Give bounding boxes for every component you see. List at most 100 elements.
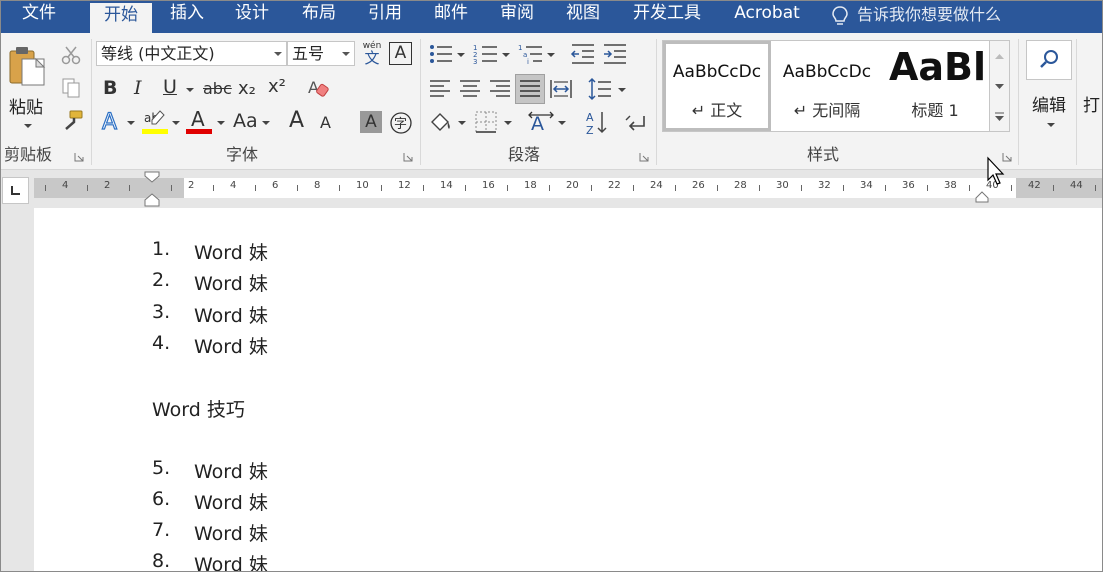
font-color-dropdown-icon[interactable] [217, 121, 225, 125]
horizontal-ruler[interactable]: 4 2 2 4 6 8 10 12 14 16 18 20 22 24 26 28 30 32 34 36 38 40 42… [34, 178, 1103, 198]
align-right-icon[interactable] [488, 77, 512, 101]
paste-button[interactable] [6, 41, 50, 99]
multilevel-dropdown-icon[interactable] [547, 53, 555, 57]
first-line-indent-marker[interactable] [144, 170, 160, 208]
highlight-dropdown-icon[interactable] [172, 121, 180, 125]
editing-button[interactable] [1026, 40, 1072, 80]
ruler-label: 2 [188, 180, 195, 191]
text-effects-dropdown-icon[interactable] [127, 121, 135, 125]
chinese-layout-icon[interactable]: A [528, 110, 554, 136]
ruler-label: 42 [1028, 180, 1041, 191]
font-size-combo[interactable]: 五号 [287, 41, 355, 66]
font-dialog-launcher-icon[interactable] [403, 152, 413, 162]
subscript-button[interactable]: x₂ [238, 78, 256, 99]
align-center-icon[interactable] [458, 77, 482, 101]
tab-view[interactable]: 视图 [554, 0, 612, 33]
paragraph-dialog-launcher-icon[interactable] [639, 152, 649, 162]
gallery-scroll-up[interactable] [990, 41, 1009, 71]
list-text: Word 妹 [194, 305, 268, 327]
shading-icon[interactable] [428, 110, 454, 136]
text-effects-icon[interactable]: A [100, 109, 124, 133]
font-name-value: 等线 (中文正文) [101, 44, 215, 63]
shading-dropdown-icon[interactable] [458, 121, 466, 125]
change-case-button[interactable]: Aa [233, 110, 258, 132]
tab-home[interactable]: 开始 [90, 3, 152, 33]
shrink-font-button[interactable]: A [320, 113, 331, 132]
increase-indent-icon[interactable] [602, 42, 628, 66]
gallery-expand-icon [995, 112, 1004, 121]
ruler-tick [255, 185, 256, 191]
style-heading-1[interactable]: AaBl 标题 1 [881, 41, 989, 131]
font-name-combo[interactable]: 等线 (中文正文) [96, 41, 287, 66]
tab-references[interactable]: 引用 [356, 0, 414, 33]
chinese-layout-dropdown-icon[interactable] [558, 121, 566, 125]
styles-gallery[interactable]: AaBbCcDc ↵ 正文 AaBbCcDc ↵ 无间隔 AaBl 标题 1 [662, 40, 990, 132]
ruler-tick [969, 185, 970, 191]
tab-acrobat[interactable]: Acrobat [724, 0, 810, 33]
ruler-tick [759, 185, 760, 191]
tab-stop-selector[interactable] [2, 177, 29, 204]
ruler-label: 12 [398, 180, 411, 191]
line-spacing-icon[interactable] [587, 77, 613, 101]
font-color-icon[interactable]: A [186, 108, 212, 136]
style-no-spacing[interactable]: AaBbCcDc ↵ 无间隔 [773, 41, 881, 131]
editing-dropdown-icon[interactable] [1047, 123, 1055, 127]
justify-button[interactable] [515, 74, 545, 104]
bullets-dropdown-icon[interactable] [457, 53, 465, 57]
enclose-characters-icon[interactable]: 字 [389, 111, 413, 135]
style-normal[interactable]: AaBbCcDc ↵ 正文 [663, 41, 771, 131]
tab-file[interactable]: 文件 [8, 0, 70, 33]
group-separator [1018, 39, 1019, 165]
document-page[interactable]: 1. Word 妹 2. Word 妹 3. Word 妹 4. Word 妹 … [34, 208, 1103, 572]
borders-icon[interactable] [474, 110, 498, 134]
tab-insert[interactable]: 插入 [158, 0, 216, 33]
clear-formatting-icon[interactable]: A [306, 77, 330, 99]
gallery-scroll-down[interactable] [990, 71, 1009, 101]
sort-icon[interactable]: A Z [584, 110, 610, 136]
show-hide-marks-icon[interactable] [622, 112, 648, 136]
tab-review[interactable]: 审阅 [488, 0, 546, 33]
tab-developer[interactable]: 开发工具 [620, 0, 714, 33]
underline-button[interactable]: U [163, 76, 177, 98]
justify-icon [520, 80, 540, 97]
tab-design[interactable]: 设计 [223, 0, 281, 33]
bullets-icon[interactable] [428, 42, 454, 66]
gallery-more[interactable] [990, 101, 1009, 131]
mouse-pointer-icon [987, 156, 1005, 185]
svg-text:A: A [531, 113, 544, 135]
font-name-dropdown-icon[interactable] [274, 52, 282, 56]
ruler-tick [549, 185, 550, 191]
ruler-area: 4 2 2 4 6 8 10 12 14 16 18 20 22 24 26 28 30 32 34 36 38 40 42… [0, 170, 1103, 208]
body-paragraph[interactable]: Word 技巧 [152, 395, 245, 422]
group-separator [1076, 39, 1077, 165]
tab-layout[interactable]: 布局 [290, 0, 348, 33]
bold-button[interactable]: B [103, 77, 117, 99]
multilevel-list-icon[interactable]: 1ai [518, 42, 544, 66]
strikethrough-button[interactable]: abc [203, 79, 232, 98]
italic-button[interactable]: I [134, 77, 142, 99]
highlight-color-icon[interactable]: ab [142, 108, 168, 136]
numbering-dropdown-icon[interactable] [502, 53, 510, 57]
decrease-indent-icon[interactable] [570, 42, 596, 66]
character-border-button[interactable]: A [389, 42, 412, 65]
copy-icon[interactable] [60, 77, 82, 99]
ruler-tick [507, 185, 508, 191]
character-shading-button[interactable]: A [360, 111, 382, 133]
line-spacing-dropdown-icon[interactable] [618, 88, 626, 92]
change-case-dropdown-icon[interactable] [262, 121, 270, 125]
paste-dropdown-icon[interactable] [24, 124, 32, 128]
numbering-icon[interactable]: 123 [473, 42, 499, 66]
superscript-button[interactable]: x² [268, 76, 286, 97]
underline-dropdown-icon[interactable] [186, 88, 194, 92]
clipboard-dialog-launcher-icon[interactable] [74, 152, 84, 162]
borders-dropdown-icon[interactable] [504, 121, 512, 125]
cut-icon[interactable] [60, 45, 82, 65]
distributed-icon[interactable] [549, 77, 573, 101]
phonetic-guide-button[interactable]: wén 文 [360, 41, 384, 67]
right-indent-marker[interactable] [975, 188, 989, 208]
grow-font-button[interactable]: A [289, 108, 304, 133]
format-painter-icon[interactable] [60, 109, 84, 133]
tab-mailings[interactable]: 邮件 [422, 0, 480, 33]
font-size-dropdown-icon[interactable] [342, 52, 350, 56]
align-left-icon[interactable] [428, 77, 452, 101]
